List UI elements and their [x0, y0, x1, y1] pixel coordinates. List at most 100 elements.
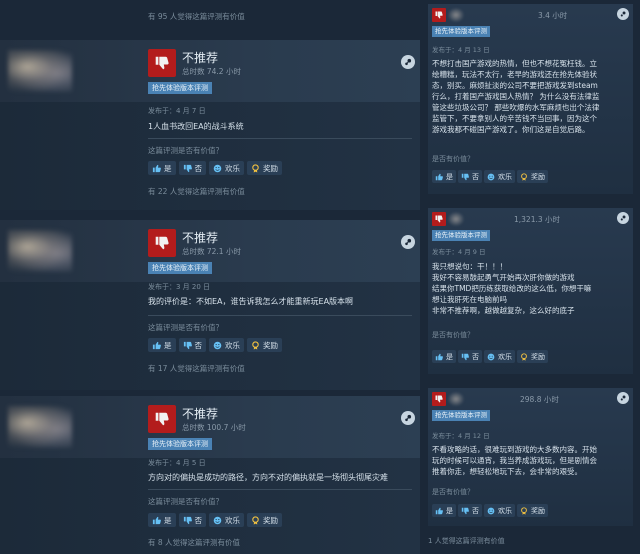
review-content: 不看攻略的话，很难玩到游戏的大多数内容。开始 玩的时候可以通宵，我当养成游戏玩，… — [432, 445, 597, 476]
posted-date: 发布于：4 月 9 日 — [432, 248, 486, 256]
smile-icon — [213, 341, 222, 349]
early-access-badge: 抢先体验版本评测 — [148, 262, 212, 274]
thumbs-up-icon — [152, 516, 161, 524]
thumbs-down-icon — [432, 8, 446, 22]
vote-no-button[interactable]: 否 — [178, 161, 206, 175]
vote-no-button[interactable]: 否 — [458, 350, 482, 363]
thumbs-up-icon — [152, 341, 161, 349]
posted-date: 发布于：4 月 13 日 — [432, 46, 490, 54]
thumbs-down-icon — [183, 164, 192, 172]
vote-buttons: 是 否 欢乐 奖励 — [148, 338, 282, 352]
vote-buttons: 是 否 欢乐 奖励 — [432, 170, 548, 183]
award-button[interactable]: 奖励 — [247, 161, 282, 175]
steam-icon — [617, 392, 629, 404]
thumbs-down-icon — [183, 341, 192, 349]
divider — [148, 138, 412, 139]
award-icon — [521, 506, 527, 515]
review-content: 方向对的偏执是成功的路径，方向不对的偏执就是一场彻头彻尾灾难 — [148, 473, 388, 482]
vote-funny-button[interactable]: 欢乐 — [209, 513, 244, 527]
avatar[interactable] — [448, 392, 464, 406]
review-card: 298.8 小时 抢先体验版本评测 发布于：4 月 12 日 不看攻略的话，很难… — [428, 388, 633, 526]
vote-no-button[interactable]: 否 — [178, 513, 206, 527]
vote-yes-button[interactable]: 是 — [432, 170, 456, 183]
vote-no-button[interactable]: 否 — [458, 170, 482, 183]
early-access-badge: 抢先体验版本评测 — [148, 438, 212, 450]
vote-buttons: 是 否 欢乐 奖励 — [148, 513, 282, 527]
playtime-hours: 3.4 小时 — [538, 11, 568, 20]
smile-icon — [213, 164, 222, 172]
thumbs-down-icon — [432, 212, 446, 226]
helpful-question: 是否有价值？ — [432, 155, 474, 163]
review-content: 1人血书改回EA的战斗系统 — [148, 122, 244, 131]
playtime-hours: 298.8 小时 — [520, 395, 559, 404]
vote-yes-button[interactable]: 是 — [148, 513, 176, 527]
steam-reviews-page: 有 95 人觉得这篇评测有价值 不推荐 总时数 74.2 小时 抢先体验版本评测… — [0, 0, 640, 554]
thumbs-down-icon — [183, 516, 192, 524]
vote-no-button[interactable]: 否 — [178, 338, 206, 352]
review-content: 我的评价是：不如EA，谁告诉我怎么才能重新玩EA版本啊 — [148, 297, 354, 306]
vote-buttons: 是 否 欢乐 奖励 — [432, 350, 548, 363]
award-button[interactable]: 奖励 — [517, 350, 548, 363]
helpful-question: 是否有价值？ — [432, 331, 474, 339]
thumbs-up-icon — [435, 507, 443, 514]
award-button[interactable]: 奖励 — [517, 504, 548, 517]
smile-icon — [487, 507, 495, 514]
steam-icon — [401, 411, 415, 425]
vote-yes-button[interactable]: 是 — [432, 504, 456, 517]
review-content: 不想打击国产游戏的热情，但也不想花冤枉钱。立 绘糟糕，玩法不太行，老早的游戏还在… — [432, 59, 600, 134]
award-icon — [252, 515, 259, 525]
avatar[interactable] — [8, 406, 72, 448]
steam-icon — [617, 8, 629, 20]
avatar[interactable] — [8, 230, 72, 272]
posted-date: 发布于：4 月 7 日 — [148, 107, 206, 115]
smile-icon — [213, 516, 222, 524]
vote-funny-button[interactable]: 欢乐 — [484, 350, 515, 363]
steam-icon — [401, 55, 415, 69]
award-button[interactable]: 奖励 — [247, 513, 282, 527]
playtime-hours: 总时数 100.7 小时 — [182, 423, 246, 432]
posted-date: 发布于：4 月 12 日 — [432, 432, 490, 440]
steam-icon — [617, 212, 629, 224]
vote-yes-button[interactable]: 是 — [148, 161, 176, 175]
review-verdict[interactable]: 不推荐 — [182, 49, 218, 66]
divider — [148, 315, 412, 316]
playtime-hours: 总时数 72.1 小时 — [182, 247, 241, 256]
vote-funny-button[interactable]: 欢乐 — [484, 504, 515, 517]
playtime-hours: 总时数 74.2 小时 — [182, 67, 241, 76]
vote-funny-button[interactable]: 欢乐 — [209, 161, 244, 175]
avatar[interactable] — [448, 8, 464, 22]
thumbs-down-icon — [148, 229, 176, 257]
vote-funny-button[interactable]: 欢乐 — [209, 338, 244, 352]
early-access-badge: 抢先体验版本评测 — [432, 26, 490, 37]
vote-yes-button[interactable]: 是 — [432, 350, 456, 363]
helpful-question: 这篇评测是否有价值？ — [148, 323, 223, 332]
steam-icon — [401, 235, 415, 249]
review-card: 不推荐 总时数 72.1 小时 抢先体验版本评测 发布于：3 月 20 日 我的… — [0, 220, 420, 390]
early-access-badge: 抢先体验版本评测 — [432, 410, 490, 421]
helpful-question: 是否有价值？ — [432, 488, 474, 496]
thumbs-down-icon — [461, 353, 469, 360]
helpful-count: 有 8 人觉得这篇评测有价值 — [148, 538, 241, 547]
vote-funny-button[interactable]: 欢乐 — [484, 170, 515, 183]
award-button[interactable]: 奖励 — [517, 170, 548, 183]
thumbs-up-icon — [435, 353, 443, 360]
avatar[interactable] — [448, 212, 464, 226]
vote-no-button[interactable]: 否 — [458, 504, 482, 517]
award-icon — [252, 340, 259, 350]
playtime-hours: 1,321.3 小时 — [514, 215, 561, 224]
review-card: 1,321.3 小时 抢先体验版本评测 发布于：4 月 9 日 我只想说句：干！… — [428, 208, 633, 374]
review-verdict[interactable]: 不推荐 — [182, 229, 218, 246]
helpful-count: 有 95 人觉得这篇评测有价值 — [148, 12, 245, 21]
award-icon — [521, 172, 527, 181]
review-verdict[interactable]: 不推荐 — [182, 405, 218, 422]
vote-buttons: 是 否 欢乐 奖励 — [432, 504, 548, 517]
left-review-column: 有 95 人觉得这篇评测有价值 不推荐 总时数 74.2 小时 抢先体验版本评测… — [0, 0, 420, 554]
review-card: 不推荐 总时数 74.2 小时 抢先体验版本评测 发布于：4 月 7 日 1人血… — [0, 40, 420, 210]
helpful-question: 这篇评测是否有价值？ — [148, 497, 223, 506]
review-card: 不推荐 总时数 100.7 小时 抢先体验版本评测 发布于：4 月 5 日 方向… — [0, 396, 420, 554]
thumbs-down-icon — [432, 392, 446, 406]
vote-yes-button[interactable]: 是 — [148, 338, 176, 352]
award-button[interactable]: 奖励 — [247, 338, 282, 352]
posted-date: 发布于：4 月 5 日 — [148, 459, 206, 467]
avatar[interactable] — [8, 50, 72, 92]
